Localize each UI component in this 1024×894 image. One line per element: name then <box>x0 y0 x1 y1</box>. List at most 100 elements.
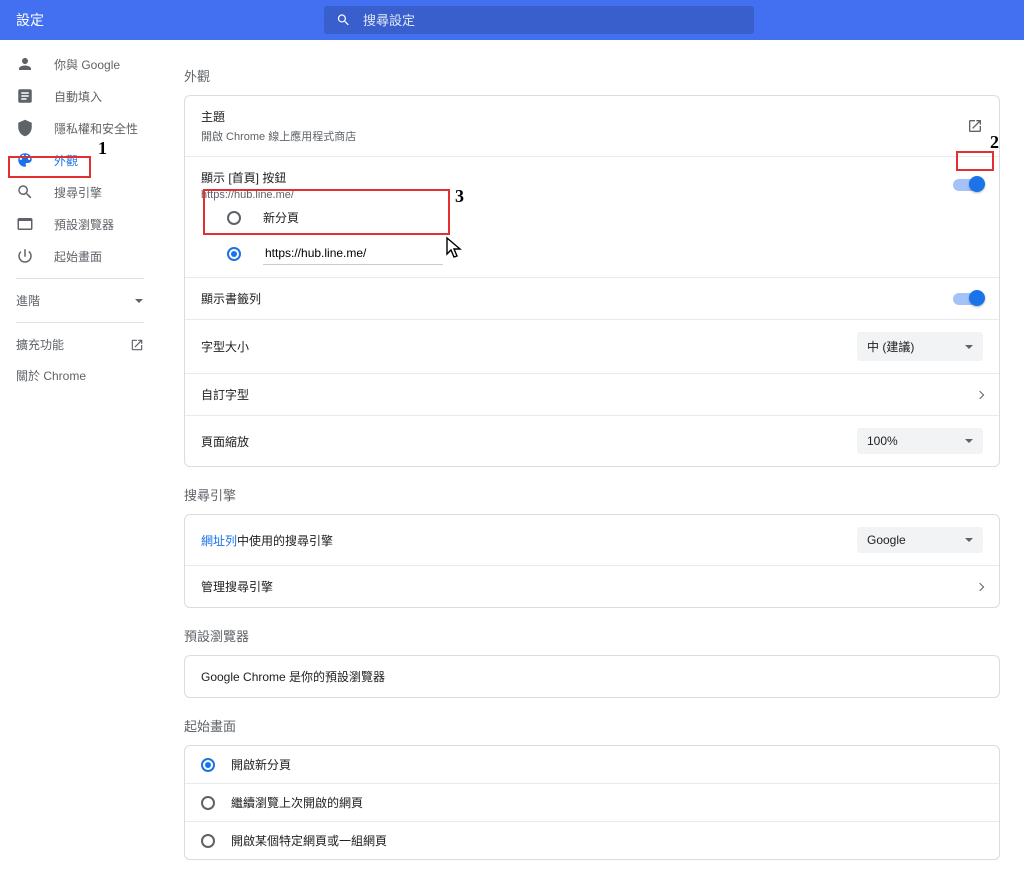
custom-font-row[interactable]: 自訂字型 <box>185 373 999 415</box>
chevron-down-icon <box>965 345 973 349</box>
search-input[interactable] <box>363 13 742 28</box>
sidebar-item-search-engine[interactable]: 搜尋引擎 <box>0 176 160 208</box>
new-tab-option-row[interactable]: 新分頁 <box>201 201 983 234</box>
radio-startup-continue[interactable] <box>201 796 215 810</box>
sidebar-item-label: 擴充功能 <box>16 336 64 353</box>
annotation-number-2: 2 <box>990 132 999 153</box>
page-zoom-row: 頁面縮放 100% <box>185 415 999 466</box>
theme-sub: 開啟 Chrome 線上應用程式商店 <box>201 128 356 144</box>
sidebar-item-label: 關於 Chrome <box>16 367 86 384</box>
cursor-icon <box>445 236 465 263</box>
startup-card: 開啟新分頁 繼續瀏覽上次開啟的網頁 開啟某個特定網頁或一組網頁 <box>184 745 1000 860</box>
sidebar-item-privacy[interactable]: 隱私權和安全性 <box>0 112 160 144</box>
theme-row[interactable]: 主題 開啟 Chrome 線上應用程式商店 <box>185 96 999 156</box>
section-title-default-browser: 預設瀏覽器 <box>184 626 1000 645</box>
search-engine-select[interactable]: Google <box>857 527 983 553</box>
sidebar-item-autofill[interactable]: 自動填入 <box>0 80 160 112</box>
bookmarks-bar-toggle[interactable] <box>953 293 983 305</box>
sidebar-item-label: 起始畫面 <box>54 248 102 265</box>
sidebar-item-label: 外觀 <box>54 152 78 169</box>
sidebar-item-appearance[interactable]: 外觀 <box>0 144 160 176</box>
theme-label: 主題 <box>201 108 356 125</box>
chevron-down-icon <box>134 296 144 306</box>
sidebar-item-advanced[interactable]: 進階 <box>0 285 160 316</box>
sidebar: 你與 Google 自動填入 隱私權和安全性 外觀 搜尋引擎 預設瀏覽器 起始畫… <box>0 40 160 894</box>
search-icon <box>336 12 351 28</box>
manage-search-engines-label: 管理搜尋引擎 <box>201 578 273 595</box>
custom-url-option-row[interactable] <box>201 234 983 273</box>
bookmarks-bar-label: 顯示書籤列 <box>201 290 261 307</box>
chevron-right-icon <box>976 582 984 590</box>
address-bar-engine-row: 網址列中使用的搜尋引擎 Google <box>185 515 999 565</box>
annotation-number-3: 3 <box>455 186 464 207</box>
sidebar-item-label: 自動填入 <box>54 88 102 105</box>
startup-option-1[interactable]: 開啟新分頁 <box>185 746 999 783</box>
bookmarks-bar-row: 顯示書籤列 <box>185 277 999 319</box>
power-icon <box>16 247 34 265</box>
sidebar-item-startup[interactable]: 起始畫面 <box>0 240 160 272</box>
page-zoom-label: 頁面縮放 <box>201 433 249 450</box>
address-bar-engine-label: 網址列中使用的搜尋引擎 <box>201 532 333 549</box>
search-icon <box>16 183 34 201</box>
autofill-icon <box>16 87 34 105</box>
page-title: 設定 <box>16 10 44 30</box>
address-bar-link[interactable]: 網址列 <box>201 534 237 548</box>
radio-startup-newtab[interactable] <box>201 758 215 772</box>
new-tab-option-label: 新分頁 <box>263 209 299 226</box>
palette-icon <box>16 151 34 169</box>
startup-option-1-label: 開啟新分頁 <box>231 756 291 773</box>
section-title-appearance: 外觀 <box>184 66 1000 85</box>
chevron-right-icon <box>976 390 984 398</box>
sidebar-item-label: 你與 Google <box>54 56 120 73</box>
chevron-down-icon <box>965 439 973 443</box>
app-header: 設定 <box>0 0 1024 40</box>
default-browser-status: Google Chrome 是你的預設瀏覽器 <box>201 668 385 685</box>
person-icon <box>16 55 34 73</box>
font-size-label: 字型大小 <box>201 338 249 355</box>
home-button-row: 顯示 [首頁] 按鈕 https://hub.line.me/ 新分頁 <box>185 156 999 277</box>
annotation-number-1: 1 <box>98 138 107 159</box>
external-link-icon <box>130 338 144 352</box>
search-box[interactable] <box>324 6 754 34</box>
browser-icon <box>16 215 34 233</box>
default-browser-row: Google Chrome 是你的預設瀏覽器 <box>185 656 999 697</box>
main-content: 外觀 2 3 主題 開啟 Chrome 線上應用程式商店 顯示 [首頁 <box>160 40 1024 894</box>
startup-option-3[interactable]: 開啟某個特定網頁或一組網頁 <box>185 821 999 859</box>
search-engine-value: Google <box>867 533 906 547</box>
sidebar-item-extensions[interactable]: 擴充功能 <box>0 329 160 360</box>
sidebar-item-about[interactable]: 關於 Chrome <box>0 360 160 391</box>
shield-icon <box>16 119 34 137</box>
font-size-row: 字型大小 中 (建議) <box>185 319 999 373</box>
appearance-card: 2 3 主題 開啟 Chrome 線上應用程式商店 顯示 [首頁] 按鈕 htt… <box>184 95 1000 467</box>
home-button-label: 顯示 [首頁] 按鈕 <box>201 169 294 186</box>
page-zoom-value: 100% <box>867 434 898 448</box>
default-browser-card: Google Chrome 是你的預設瀏覽器 <box>184 655 1000 698</box>
custom-url-input[interactable] <box>263 242 443 265</box>
home-button-toggle[interactable] <box>953 179 983 191</box>
startup-option-2-label: 繼續瀏覽上次開啟的網頁 <box>231 794 363 811</box>
sidebar-item-you-and-google[interactable]: 你與 Google <box>0 48 160 80</box>
home-button-sub: https://hub.line.me/ <box>201 189 294 201</box>
startup-option-3-label: 開啟某個特定網頁或一組網頁 <box>231 832 387 849</box>
chevron-down-icon <box>965 538 973 542</box>
divider <box>16 278 144 279</box>
sidebar-item-label: 預設瀏覽器 <box>54 216 114 233</box>
page-zoom-select[interactable]: 100% <box>857 428 983 454</box>
sidebar-item-label: 搜尋引擎 <box>54 184 102 201</box>
radio-custom-url[interactable] <box>227 247 241 261</box>
external-link-icon[interactable] <box>967 118 983 134</box>
section-title-search-engine: 搜尋引擎 <box>184 485 1000 504</box>
divider <box>16 322 144 323</box>
sidebar-item-default-browser[interactable]: 預設瀏覽器 <box>0 208 160 240</box>
sidebar-item-label: 進階 <box>16 292 40 309</box>
sidebar-item-label: 隱私權和安全性 <box>54 120 138 137</box>
radio-startup-specific[interactable] <box>201 834 215 848</box>
radio-new-tab[interactable] <box>227 211 241 225</box>
section-title-startup: 起始畫面 <box>184 716 1000 735</box>
manage-search-engines-row[interactable]: 管理搜尋引擎 <box>185 565 999 607</box>
startup-option-2[interactable]: 繼續瀏覽上次開啟的網頁 <box>185 783 999 821</box>
search-engine-card: 網址列中使用的搜尋引擎 Google 管理搜尋引擎 <box>184 514 1000 608</box>
font-size-select[interactable]: 中 (建議) <box>857 332 983 361</box>
custom-font-label: 自訂字型 <box>201 386 249 403</box>
font-size-value: 中 (建議) <box>867 338 914 355</box>
